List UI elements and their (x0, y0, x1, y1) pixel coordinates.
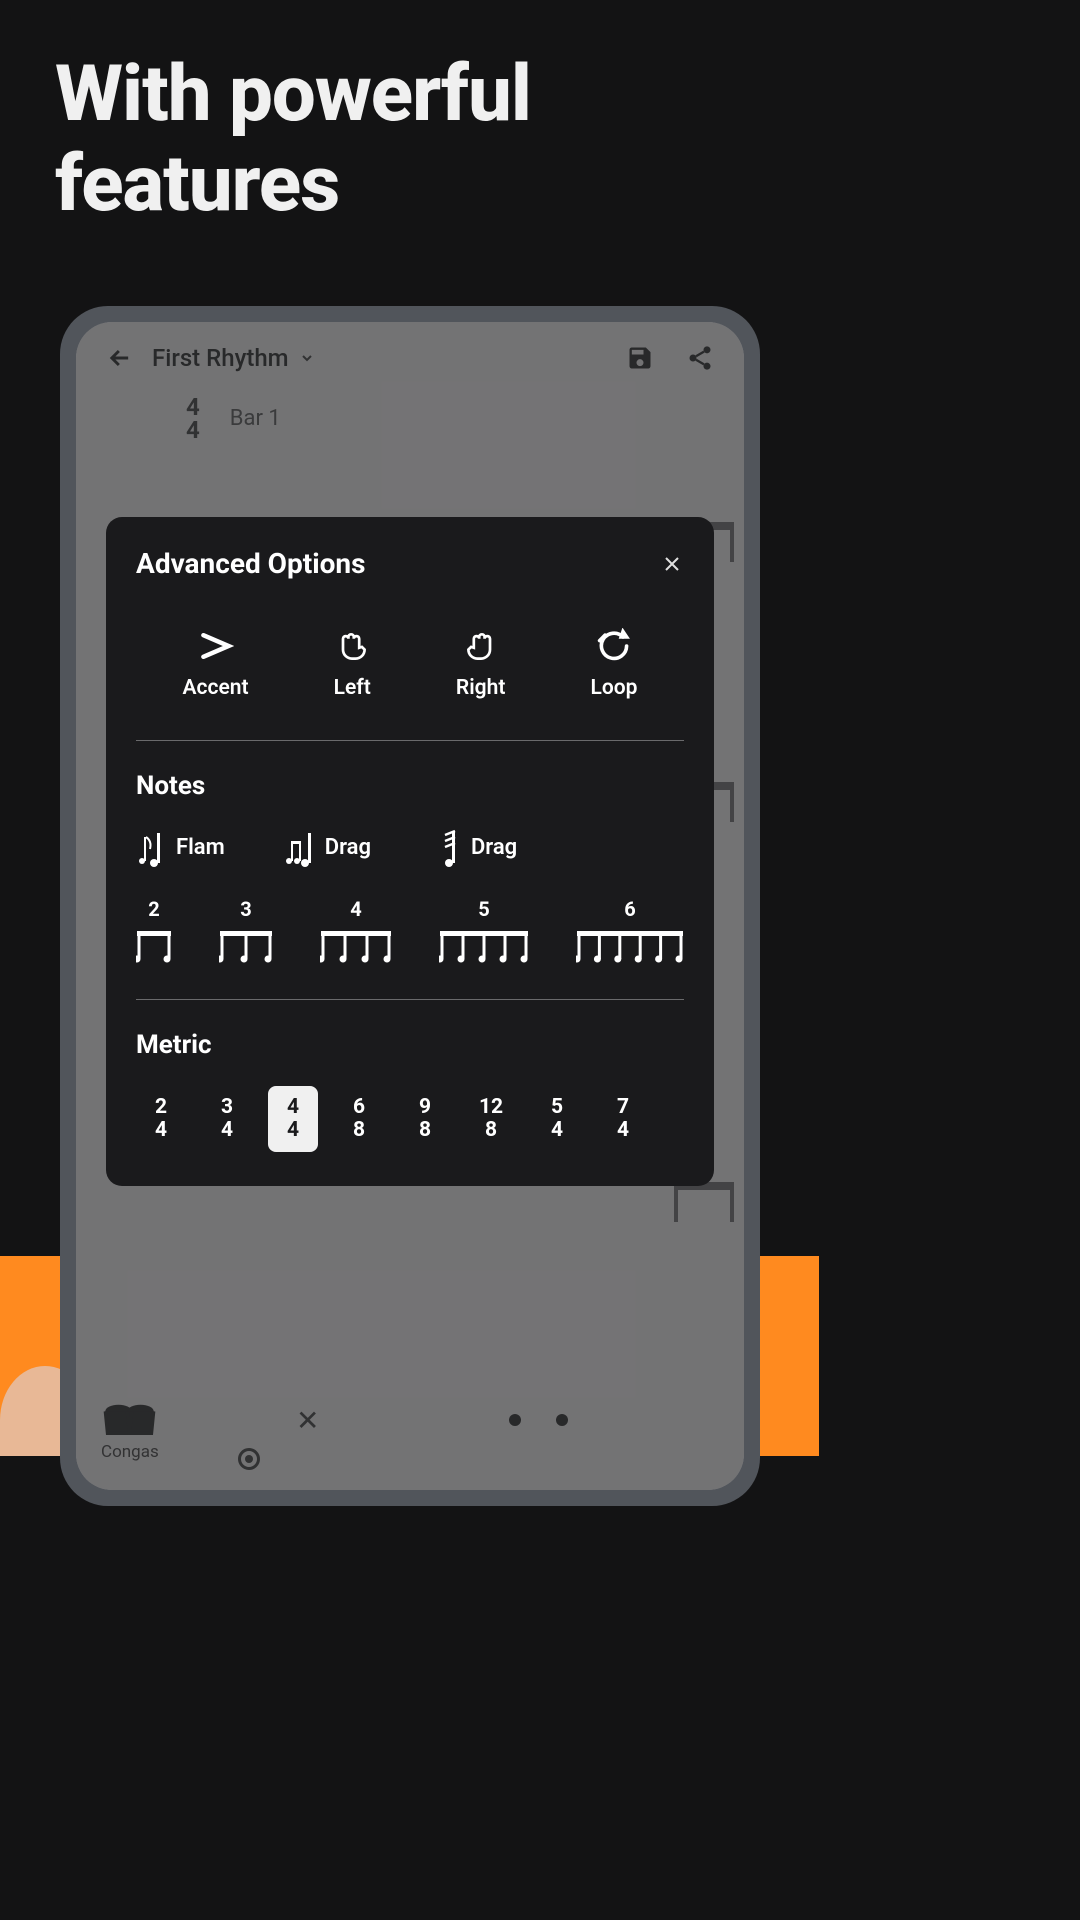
option-label: Left (334, 676, 371, 700)
metric-top: 2 (136, 1096, 186, 1119)
meta-row: 4 4 Bar 1 (76, 372, 744, 442)
metric-top: 3 (202, 1096, 252, 1119)
tuplet-number: 3 (219, 897, 273, 921)
drag-icon (285, 827, 311, 867)
metric-top: 7 (598, 1096, 648, 1119)
note-type-label: Drag (325, 835, 371, 860)
tuplet-2[interactable]: 2 (136, 897, 172, 965)
metric-top: 9 (400, 1096, 450, 1119)
tuplet-icon (439, 925, 529, 965)
left-option[interactable]: Left (334, 628, 371, 700)
tuplet-5[interactable]: 5 (439, 897, 529, 965)
share-icon[interactable] (686, 344, 714, 372)
tuplet-icon (320, 925, 392, 965)
tuplet-4[interactable]: 4 (320, 897, 392, 965)
tuplet-6[interactable]: 6 (576, 897, 684, 965)
drag2-note[interactable]: Drag (431, 827, 517, 867)
option-label: Loop (590, 676, 637, 700)
flam-note[interactable]: Flam (136, 827, 225, 867)
divider (136, 999, 684, 1000)
metric-top: 4 (268, 1096, 318, 1119)
app-header: First Rhythm (76, 322, 744, 372)
accent-option[interactable]: Accent (183, 628, 249, 700)
hand-left-icon (334, 628, 370, 664)
app-title: First Rhythm (152, 344, 289, 372)
option-label: Accent (183, 676, 249, 700)
record-target-icon (238, 1448, 260, 1470)
note-type-label: Flam (176, 835, 225, 860)
metric-6-8[interactable]: 68 (334, 1086, 384, 1152)
metric-bottom: 4 (268, 1119, 318, 1142)
metric-5-4[interactable]: 54 (532, 1086, 582, 1152)
metric-9-8[interactable]: 98 (400, 1086, 450, 1152)
time-sig-bottom: 4 (186, 419, 200, 442)
loop-option[interactable]: Loop (590, 628, 637, 700)
tuplet-icon (219, 925, 273, 965)
title-dropdown[interactable]: First Rhythm (152, 344, 594, 372)
tuplet-row: 2 3 4 5 6 (136, 897, 684, 965)
tuplet-number: 5 (439, 897, 529, 921)
save-icon[interactable] (626, 344, 654, 372)
note-dot-icon (556, 1414, 568, 1426)
metric-bottom: 4 (532, 1119, 582, 1142)
metric-4-4[interactable]: 44 (268, 1086, 318, 1152)
marketing-headline: With powerful features (55, 50, 819, 229)
metric-section-title: Metric (136, 1030, 684, 1060)
tuplet-number: 6 (576, 897, 684, 921)
metric-bottom: 4 (202, 1119, 252, 1142)
tuplet-icon (136, 925, 172, 965)
drag-note[interactable]: Drag (285, 827, 371, 867)
back-arrow-icon[interactable] (106, 344, 134, 372)
hand-right-icon (463, 628, 499, 664)
congas-icon (102, 1400, 157, 1438)
chevron-down-icon (299, 350, 315, 366)
metric-bottom: 8 (400, 1119, 450, 1142)
note-type-label: Drag (471, 835, 517, 860)
metric-12-8[interactable]: 128 (466, 1086, 516, 1152)
tuplet-number: 2 (136, 897, 172, 921)
metric-row: 24344468981285474 (136, 1086, 684, 1152)
divider (136, 740, 684, 741)
tuplet-number: 4 (320, 897, 392, 921)
metric-7-4[interactable]: 74 (598, 1086, 648, 1152)
metric-bottom: 4 (598, 1119, 648, 1142)
track-name: Congas (101, 1442, 159, 1462)
option-row: Accent Left Right Loop (136, 628, 684, 700)
metric-top: 5 (532, 1096, 582, 1119)
metric-bottom: 8 (466, 1119, 516, 1142)
drag2-icon (431, 827, 457, 867)
metric-bottom: 4 (136, 1119, 186, 1142)
metric-bottom: 8 (334, 1119, 384, 1142)
time-signature[interactable]: 4 4 (186, 396, 200, 442)
modal-title: Advanced Options (136, 547, 365, 580)
metric-top: 6 (334, 1096, 384, 1119)
option-label: Right (456, 676, 506, 700)
tuplet-icon (576, 925, 684, 965)
loop-icon (596, 628, 632, 664)
right-option[interactable]: Right (456, 628, 506, 700)
advanced-options-modal: Advanced Options Accent Left Right (106, 517, 714, 1186)
bottom-notation: ✕ (226, 1395, 734, 1445)
flam-icon (136, 827, 162, 867)
note-x-icon: ✕ (296, 1404, 319, 1437)
note-types-row: Flam Drag Drag (136, 827, 684, 867)
track-label: Congas (101, 1400, 159, 1462)
phone-screen: First Rhythm 4 4 Bar 1 Congas ✕ (76, 322, 744, 1490)
close-icon[interactable] (660, 552, 684, 576)
note-dot-icon (509, 1414, 521, 1426)
bar-label: Bar 1 (230, 406, 281, 431)
notes-section-title: Notes (136, 771, 684, 801)
metric-2-4[interactable]: 24 (136, 1086, 186, 1152)
accent-icon (198, 628, 234, 664)
metric-top: 12 (466, 1096, 516, 1119)
metric-3-4[interactable]: 34 (202, 1086, 252, 1152)
phone-frame: First Rhythm 4 4 Bar 1 Congas ✕ (60, 306, 760, 1506)
tuplet-3[interactable]: 3 (219, 897, 273, 965)
